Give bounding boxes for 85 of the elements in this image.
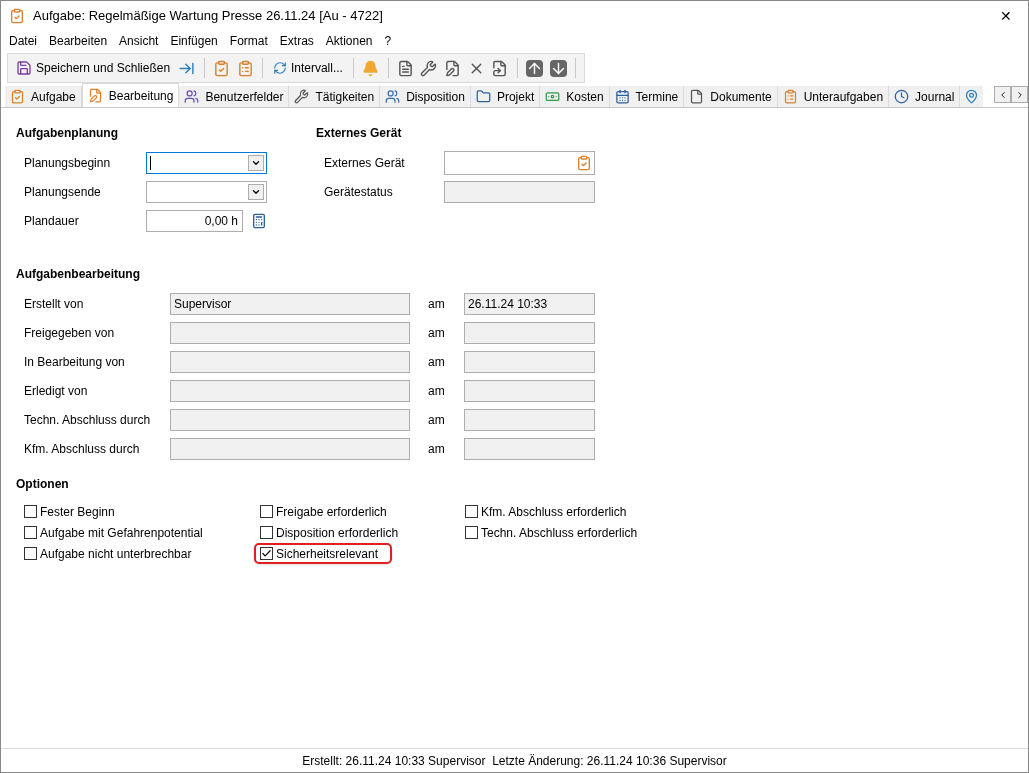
- duration-field[interactable]: 0,00 h: [146, 209, 243, 232]
- field-label: am: [427, 324, 446, 342]
- checkbox[interactable]: [24, 547, 37, 560]
- tab[interactable]: Dokumente: [684, 86, 778, 107]
- tab[interactable]: Unteraufgaben: [777, 86, 890, 107]
- field-label: Gerätestatus: [323, 183, 394, 201]
- field-label: am: [427, 411, 446, 429]
- clipboard-check-icon: [10, 89, 25, 104]
- users-icon: [385, 89, 401, 104]
- tab[interactable]: Projekt: [470, 86, 541, 107]
- checkbox-option[interactable]: Kfm. Abschluss erforderlich: [465, 501, 627, 522]
- menu-item[interactable]: Ansicht: [113, 32, 165, 50]
- close-button[interactable]: ✕: [984, 1, 1028, 31]
- calendar-icon: [614, 89, 630, 104]
- checkbox-option[interactable]: Freigabe erforderlich: [260, 501, 387, 522]
- date-dropdown[interactable]: [146, 151, 267, 174]
- field-label: In Bearbeitung von: [23, 353, 126, 371]
- calculator-icon[interactable]: [251, 212, 267, 229]
- save-close-button[interactable]: Speichern und Schließen: [12, 56, 175, 80]
- menu-item[interactable]: ?: [378, 32, 398, 50]
- field-label: Freigegeben von: [23, 324, 116, 342]
- clipboard-icon: [782, 89, 798, 104]
- menu-item[interactable]: Einfügen: [164, 32, 224, 50]
- field-label: Erstellt von: [23, 295, 85, 313]
- menu-item[interactable]: Extras: [273, 32, 320, 50]
- field-label: am: [427, 382, 446, 400]
- check-icon: [261, 548, 272, 559]
- save-icon: [16, 60, 32, 76]
- field-label: am: [427, 440, 446, 458]
- checkbox-option[interactable]: Disposition erforderlich: [260, 522, 399, 543]
- window-title: Aufgabe: Regelmäßige Wartung Presse 26.11.24 [Au - 4722]: [33, 7, 383, 26]
- checkbox-option[interactable]: Aufgabe mit Gefahrenpotential: [24, 522, 203, 543]
- tab[interactable]: Termine: [609, 86, 685, 107]
- status-text: Erstellt: 26.11.24 10:33 Supervisor Letzte Änderung: 26.11.24 10:36 Supervisor: [302, 752, 727, 770]
- users-icon: [184, 89, 200, 104]
- section-heading: Optionen: [16, 476, 70, 493]
- checkbox-option[interactable]: Aufgabe nicht unterbrechbar: [24, 543, 192, 564]
- field-label: am: [427, 353, 446, 371]
- checkbox[interactable]: [465, 505, 478, 518]
- field-label: Planungsbeginn: [23, 154, 112, 172]
- document-icon: [689, 89, 705, 104]
- edit-icon: [87, 88, 103, 103]
- map-pin-icon: [964, 89, 980, 104]
- field-label: Kfm. Abschluss durch: [23, 440, 141, 458]
- interval-button[interactable]: Intervall...: [268, 56, 347, 80]
- wrench-icon: [294, 89, 310, 104]
- field-label: am: [427, 295, 446, 313]
- tab[interactable]: Kosten: [540, 86, 610, 107]
- field-label: Externes Gerät: [323, 154, 406, 172]
- app-icon: [9, 8, 25, 24]
- checkbox[interactable]: [24, 505, 37, 518]
- checkbox[interactable]: [465, 526, 478, 539]
- folder-icon: [475, 89, 491, 104]
- section-heading: Externes Gerät: [316, 125, 403, 142]
- field-label: Erledigt von: [23, 382, 89, 400]
- menu-item[interactable]: Bearbeiten: [43, 32, 114, 50]
- clipboard-check-icon[interactable]: [576, 154, 592, 171]
- section-heading: Aufgabenbearbeitung: [16, 266, 141, 283]
- field-label: Plandauer: [23, 212, 80, 230]
- date-field: 26.11.24 10:33: [464, 292, 595, 315]
- menu-item[interactable]: Format: [223, 32, 274, 50]
- menu-item[interactable]: Aktionen: [319, 32, 379, 50]
- checkbox-option[interactable]: Sicherheitsrelevant: [254, 543, 393, 564]
- dropdown-arrow-button[interactable]: [248, 183, 264, 200]
- tab[interactable]: Tätigkeiten: [289, 86, 381, 107]
- tab[interactable]: Disposition: [380, 86, 471, 107]
- checkbox-option[interactable]: Fester Beginn: [24, 501, 115, 522]
- menu-item[interactable]: Datei: [3, 32, 43, 50]
- tab[interactable]: Journal: [889, 86, 961, 107]
- clock-icon: [894, 89, 910, 104]
- field-label: Planungsende: [23, 183, 102, 201]
- section-heading: Aufgabenplanung: [16, 125, 119, 142]
- checkbox[interactable]: [260, 505, 273, 518]
- refresh-icon: [272, 61, 287, 75]
- field-label: Techn. Abschluss durch: [23, 411, 152, 429]
- checkbox[interactable]: [260, 547, 273, 560]
- dropdown-arrow-button[interactable]: [248, 154, 264, 171]
- user-field: Supervisor: [170, 292, 410, 315]
- checkbox[interactable]: [24, 526, 37, 539]
- checkbox[interactable]: [260, 526, 273, 539]
- checkbox-option[interactable]: Techn. Abschluss erforderlich: [465, 522, 638, 543]
- tab[interactable]: Bearbeitung: [81, 83, 180, 107]
- banknote-icon: [545, 89, 561, 104]
- tab[interactable]: Aufgabe: [5, 86, 82, 107]
- tab[interactable]: Benutzerfelder: [179, 86, 290, 107]
